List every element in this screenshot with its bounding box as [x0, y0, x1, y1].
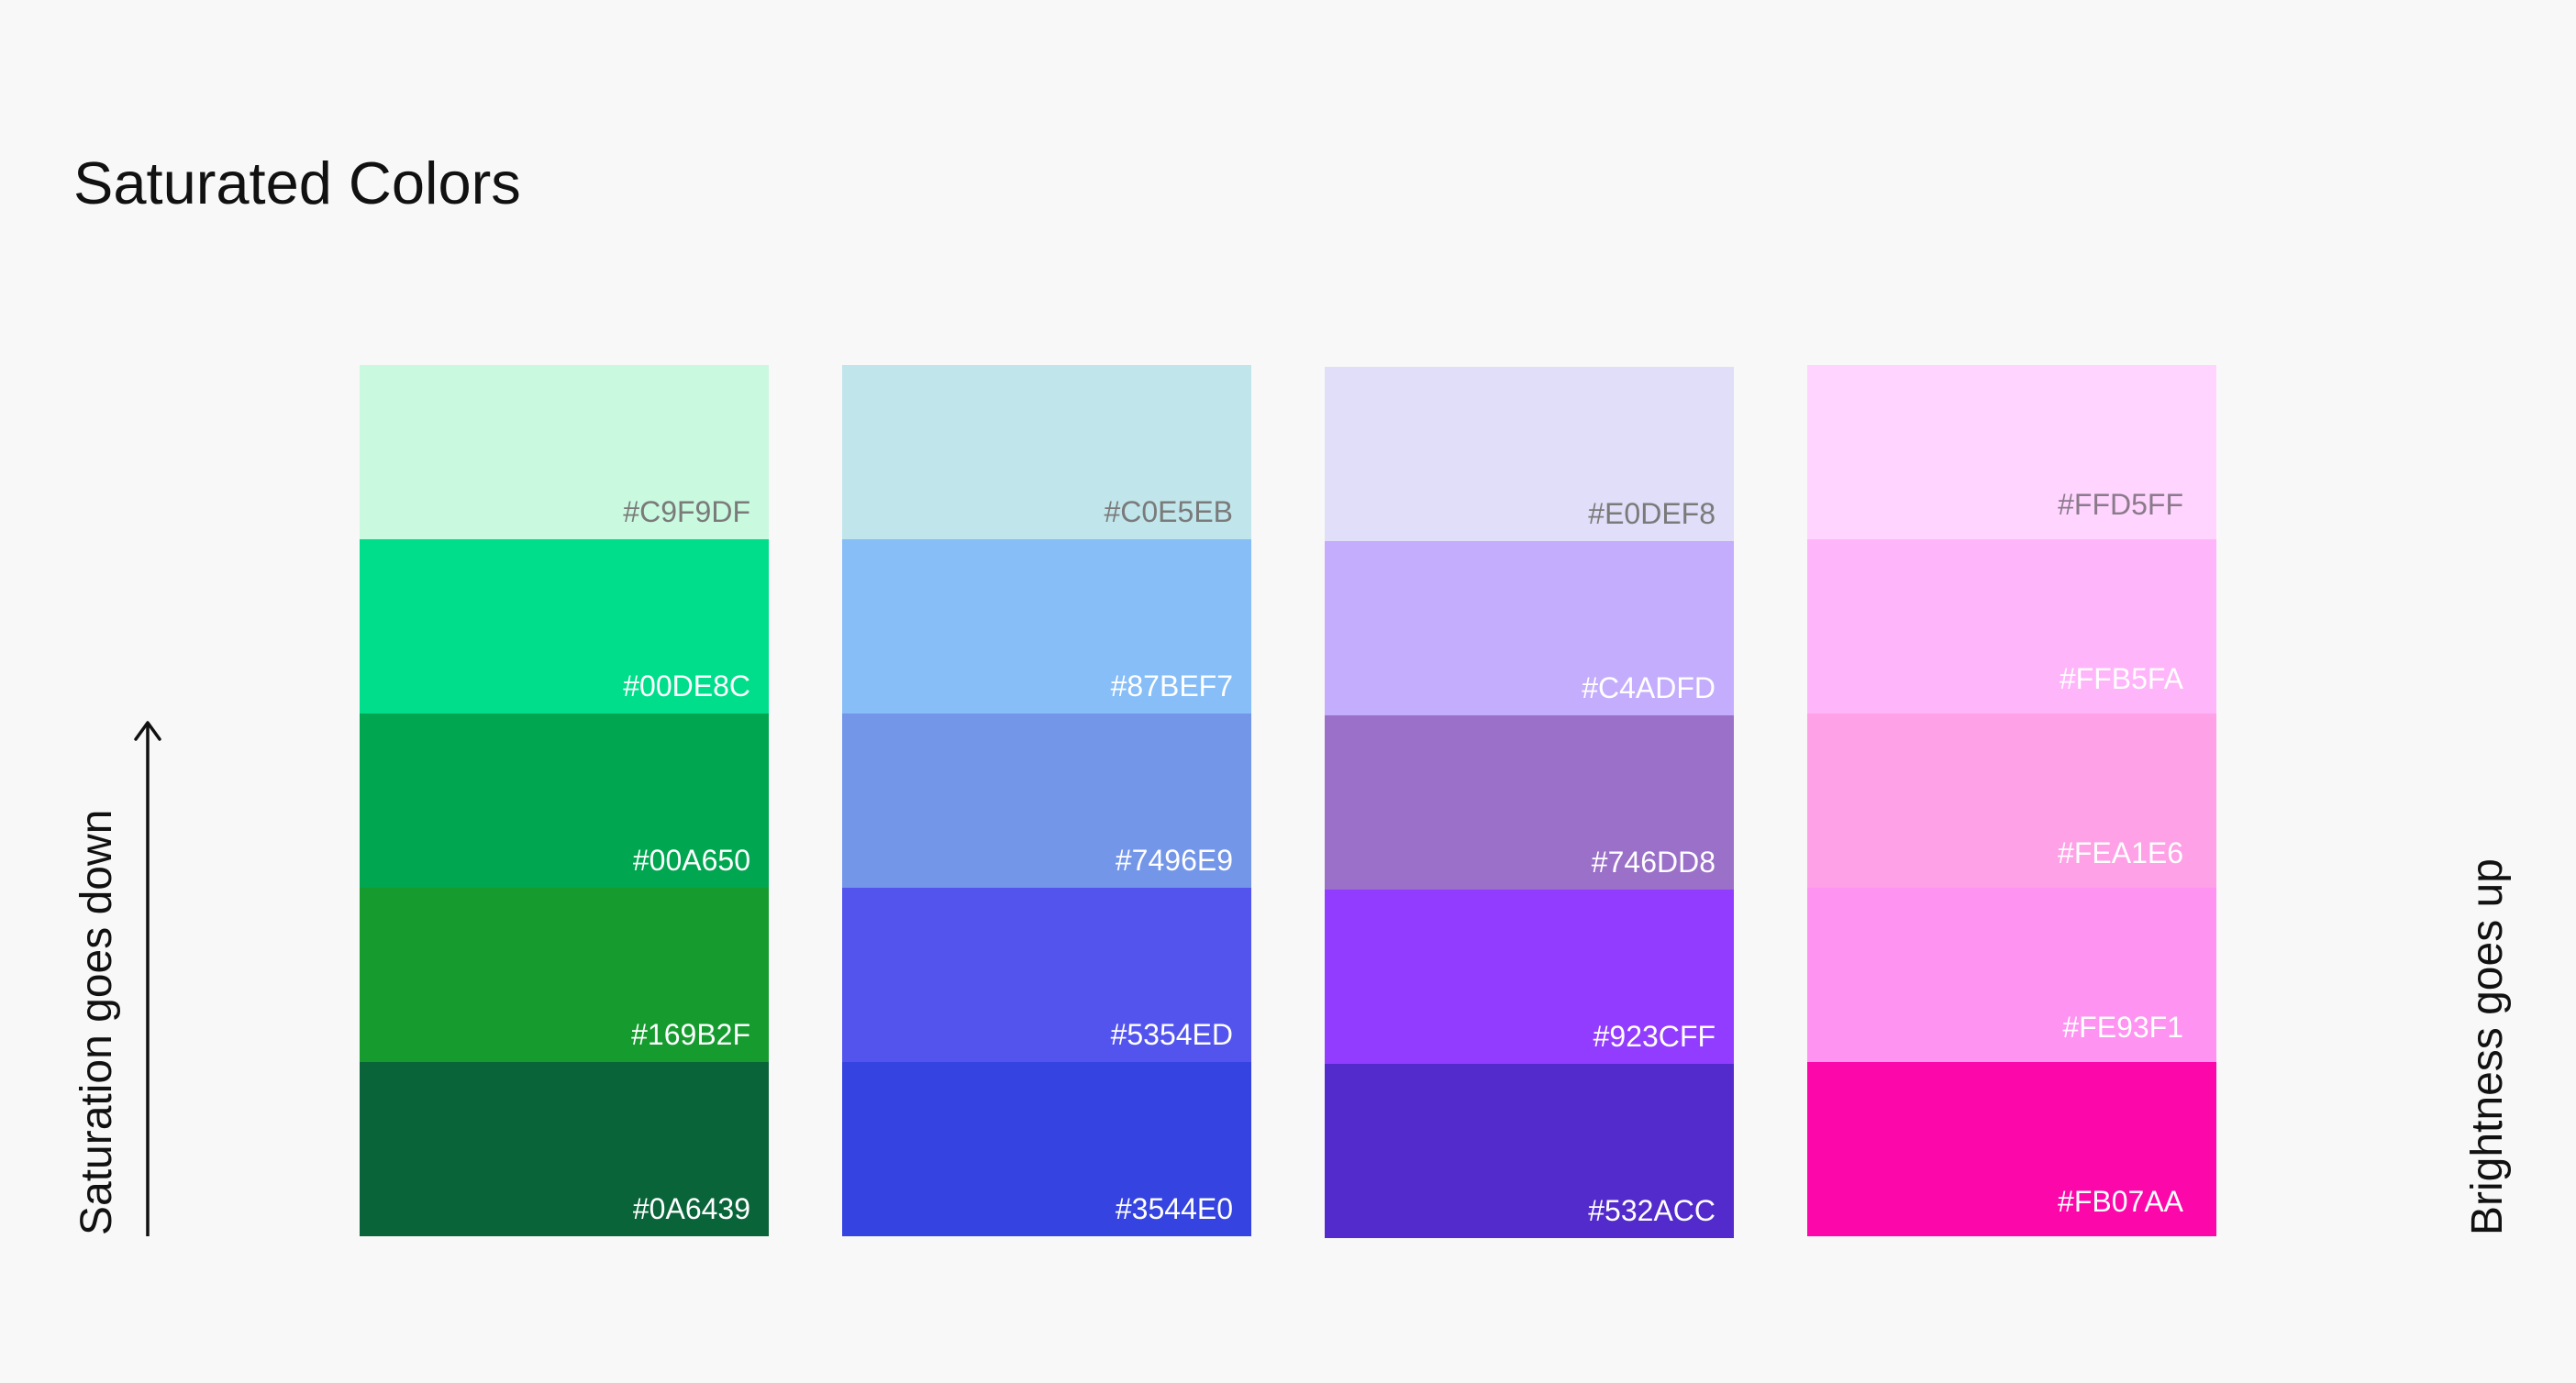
hex-code-label: #00DE8C	[623, 669, 750, 703]
palette-green: #C9F9DF #00DE8C #00A650 #169B2F #0A6439	[360, 365, 769, 1236]
hex-code-label: #FFD5FF	[2058, 488, 2183, 521]
brightness-axis-label: Brightness goes up	[2463, 858, 2512, 1235]
color-swatch: #87BEF7	[842, 539, 1251, 714]
hex-code-label: #5354ED	[1110, 1018, 1233, 1051]
palette-blue: #C0E5EB #87BEF7 #7496E9 #5354ED #3544E0	[842, 365, 1251, 1236]
hex-code-label: #FEA1E6	[2058, 836, 2183, 869]
color-swatch: #5354ED	[842, 888, 1251, 1062]
hex-code-label: #C4ADFD	[1582, 671, 1715, 704]
color-swatch: #7496E9	[842, 714, 1251, 888]
color-swatch: #923CFF	[1325, 890, 1734, 1064]
hex-code-label: #E0DEF8	[1588, 497, 1715, 530]
color-swatch: #C9F9DF	[360, 365, 769, 539]
hex-code-label: #7496E9	[1115, 844, 1233, 877]
color-swatch: #FFD5FF	[1807, 365, 2216, 539]
color-swatch: #3544E0	[842, 1062, 1251, 1236]
color-swatch: #00DE8C	[360, 539, 769, 714]
hex-code-label: #923CFF	[1593, 1020, 1715, 1053]
hex-code-label: #169B2F	[631, 1018, 750, 1051]
color-swatch: #FB07AA	[1807, 1062, 2216, 1236]
palette-purple: #E0DEF8 #C4ADFD #746DD8 #923CFF #532ACC	[1325, 367, 1734, 1238]
hex-code-label: #0A6439	[632, 1192, 750, 1225]
hex-code-label: #FE93F1	[2062, 1011, 2183, 1044]
color-swatch: #FEA1E6	[1807, 714, 2216, 888]
hex-code-label: #C9F9DF	[623, 495, 750, 528]
arrow-up-icon	[134, 721, 161, 1236]
hex-code-label: #FFB5FA	[2059, 662, 2183, 695]
color-swatch: #FFB5FA	[1807, 539, 2216, 714]
color-swatch: #E0DEF8	[1325, 367, 1734, 541]
color-swatch: #00A650	[360, 714, 769, 888]
hex-code-label: #FB07AA	[2058, 1185, 2183, 1218]
color-swatch: #532ACC	[1325, 1064, 1734, 1238]
hex-code-label: #532ACC	[1588, 1194, 1715, 1227]
hex-code-label: #3544E0	[1115, 1192, 1233, 1225]
hex-code-label: #00A650	[632, 844, 750, 877]
color-swatch: #169B2F	[360, 888, 769, 1062]
color-swatch: #C0E5EB	[842, 365, 1251, 539]
page-title: Saturated Colors	[73, 149, 521, 216]
hex-code-label: #87BEF7	[1110, 669, 1233, 703]
saturation-axis-label: Saturation goes down	[72, 809, 121, 1235]
color-swatch: #C4ADFD	[1325, 541, 1734, 715]
color-swatch: #0A6439	[360, 1062, 769, 1236]
palette-pink: #FFD5FF #FFB5FA #FEA1E6 #FE93F1 #FB07AA	[1807, 365, 2216, 1236]
color-swatch: #FE93F1	[1807, 888, 2216, 1062]
hex-code-label: #C0E5EB	[1104, 495, 1233, 528]
hex-code-label: #746DD8	[1591, 846, 1715, 879]
color-swatch: #746DD8	[1325, 715, 1734, 890]
